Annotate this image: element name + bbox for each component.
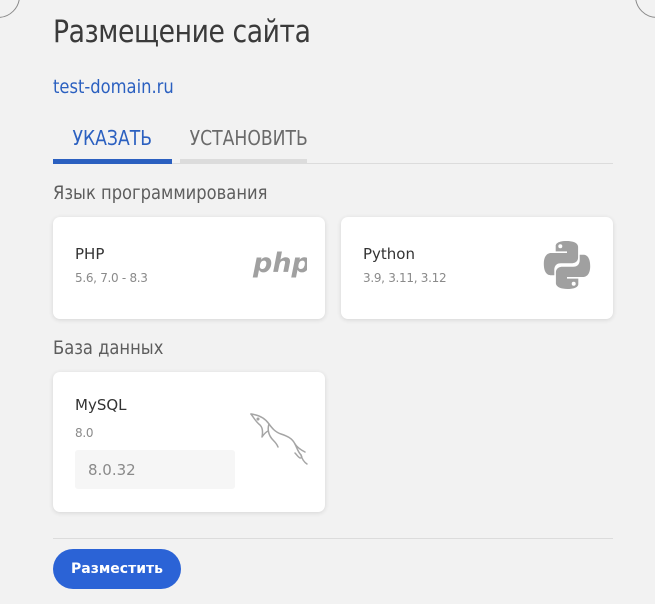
python-logo-icon xyxy=(541,239,593,295)
close-circle-button[interactable] xyxy=(635,0,655,18)
language-versions: 5.6, 7.0 - 8.3 xyxy=(75,271,148,285)
database-version: 8.0 xyxy=(75,426,94,440)
svg-text:php: php xyxy=(252,248,307,279)
tab-bar: УКАЗАТЬ УСТАНОВИТЬ xyxy=(53,120,613,164)
language-versions: 3.9, 3.11, 3.12 xyxy=(363,271,447,285)
language-section-label: Язык программирования xyxy=(53,182,268,204)
page-title: Размещение сайта xyxy=(53,14,311,50)
language-card-python[interactable]: Python 3.9, 3.11, 3.12 xyxy=(341,217,613,319)
mysql-dolphin-icon xyxy=(247,410,309,470)
database-name: MySQL xyxy=(75,396,127,414)
domain-link[interactable]: test-domain.ru xyxy=(53,76,174,98)
back-circle-button[interactable] xyxy=(0,0,20,18)
database-card-mysql[interactable]: MySQL 8.0 xyxy=(53,372,325,512)
deploy-button[interactable]: Разместить xyxy=(53,549,181,589)
language-name: Python xyxy=(363,245,415,263)
language-card-php[interactable]: PHP 5.6, 7.0 - 8.3 php xyxy=(53,217,325,319)
version-input[interactable] xyxy=(75,450,235,489)
tab-install[interactable]: УСТАНОВИТЬ xyxy=(180,120,308,164)
php-logo-icon: php xyxy=(251,247,311,285)
language-name: PHP xyxy=(75,245,105,263)
footer-divider xyxy=(53,538,613,539)
tab-specify[interactable]: УКАЗАТЬ xyxy=(53,120,172,164)
database-section-label: База данных xyxy=(53,337,164,359)
